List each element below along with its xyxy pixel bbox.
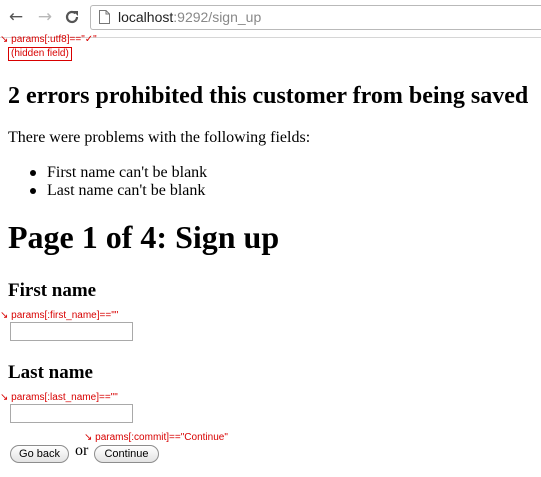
error-item: First name can't be blank [30, 164, 207, 182]
first-name-param-annotation: ↘ params[:first_name]=="" [0, 310, 119, 321]
address-bar[interactable]: localhost:9292/sign_up [90, 5, 541, 30]
or-text: or [75, 442, 89, 459]
forward-arrow-icon[interactable]: → [35, 7, 55, 27]
hidden-field-indicator: (hidden field) [8, 47, 72, 61]
url-text: localhost:9292/sign_up [118, 9, 261, 25]
error-item: Last name can't be blank [30, 182, 207, 200]
error-intro: There were problems with the following f… [8, 129, 311, 146]
last-name-label: Last name [8, 362, 93, 383]
back-arrow-icon[interactable]: ← [6, 7, 26, 27]
reload-icon[interactable] [62, 7, 82, 27]
error-title: 2 errors prohibited this customer from b… [8, 83, 529, 109]
page-title: Page 1 of 4: Sign up [8, 219, 280, 255]
first-name-label: First name [8, 280, 97, 301]
continue-button[interactable]: Continue [94, 445, 159, 463]
last-name-input[interactable] [10, 404, 133, 423]
last-name-param-annotation: ↘ params[:last_name]=="" [0, 392, 118, 403]
bullet-icon [30, 188, 36, 194]
utf8-param-annotation: ↘ params[:utf8]=="✓" [0, 34, 97, 45]
go-back-button[interactable]: Go back [10, 445, 69, 463]
commit-param-annotation: ↘ params[:commit]=="Continue" [84, 432, 228, 443]
browser-toolbar: ← → localhost:9292/sign_up [0, 0, 541, 38]
bullet-icon [30, 170, 36, 176]
page-icon [99, 10, 110, 24]
first-name-input[interactable] [10, 322, 133, 341]
url-host: localhost [118, 9, 174, 25]
url-path: :9292/sign_up [173, 9, 262, 25]
error-list: First name can't be blank Last name can'… [30, 164, 207, 200]
